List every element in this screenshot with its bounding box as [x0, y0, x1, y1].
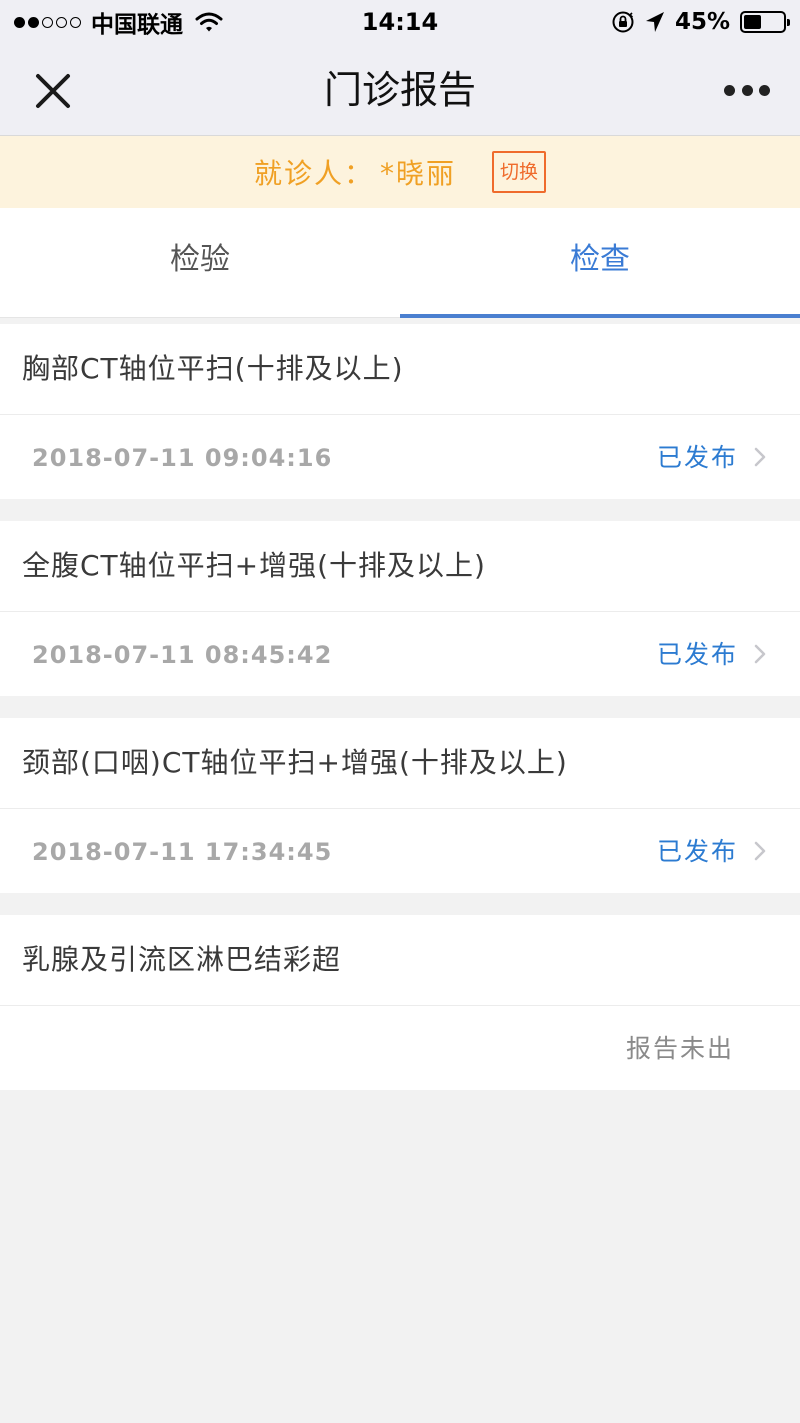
report-item[interactable]: 全腹CT轴位平扫+增强(十排及以上) 2018-07-11 08:45:42 已… [0, 521, 800, 696]
more-dot [741, 84, 753, 96]
report-footer: 2018-07-11 08:45:42 已发布 [0, 612, 800, 696]
more-dot [724, 84, 735, 96]
report-status-pending: 报告未出 [625, 1034, 734, 1063]
report-time: 2018-07-11 17:34:45 [32, 838, 333, 866]
report-time: 2018-07-11 09:04:16 [32, 444, 333, 472]
report-item[interactable]: 颈部(口咽)CT轴位平扫+增强(十排及以上) 2018-07-11 17:34:… [0, 718, 800, 893]
report-title: 颈部(口咽)CT轴位平扫+增强(十排及以上) [0, 718, 800, 809]
report-footer: 2018-07-11 09:04:16 已发布 [0, 415, 800, 499]
report-footer: 2018-07-11 17:34:45 已发布 [0, 809, 800, 893]
chevron-right-icon [754, 644, 766, 664]
battery-percent: 45% [674, 9, 730, 35]
chevron-right-icon [754, 841, 766, 861]
patient-banner: 就诊人： *晓丽 切换 [0, 136, 800, 208]
page-title: 门诊报告 [323, 68, 476, 112]
battery-cap [787, 19, 790, 26]
report-list: 胸部CT轴位平扫(十排及以上) 2018-07-11 09:04:16 已发布 … [0, 324, 800, 1112]
tab-lab-tests[interactable]: 检验 [0, 208, 400, 317]
rotation-lock-icon [612, 11, 634, 33]
report-item[interactable]: 乳腺及引流区淋巴结彩超 报告未出 [0, 915, 800, 1090]
chevron-right-icon [754, 447, 766, 467]
location-arrow-icon [645, 12, 664, 32]
status-bar: 中国联通 14:14 45% [0, 0, 800, 44]
battery-fill [744, 15, 762, 29]
report-footer: 报告未出 [0, 1006, 800, 1090]
tab-examinations[interactable]: 检查 [400, 208, 800, 318]
report-item[interactable]: 胸部CT轴位平扫(十排及以上) 2018-07-11 09:04:16 已发布 [0, 324, 800, 499]
more-options-icon[interactable] [724, 80, 770, 100]
report-status: 已发布 [656, 443, 738, 472]
status-right: 45% [611, 8, 790, 36]
report-time: 2018-07-11 08:45:42 [32, 641, 333, 669]
patient-name: *晓丽 [379, 157, 456, 190]
report-status: 已发布 [656, 640, 738, 669]
patient-label: 就诊人： [253, 157, 374, 190]
battery-icon [740, 11, 790, 33]
report-title: 胸部CT轴位平扫(十排及以上) [0, 324, 800, 415]
report-type-tabs: 检验 检查 [0, 208, 800, 318]
nav-bar: 门诊报告 [0, 44, 800, 136]
more-dot [759, 84, 770, 96]
report-status: 已发布 [656, 837, 738, 866]
report-title: 乳腺及引流区淋巴结彩超 [0, 915, 800, 1006]
switch-patient-button[interactable]: 切换 [492, 151, 547, 193]
report-title: 全腹CT轴位平扫+增强(十排及以上) [0, 521, 800, 612]
